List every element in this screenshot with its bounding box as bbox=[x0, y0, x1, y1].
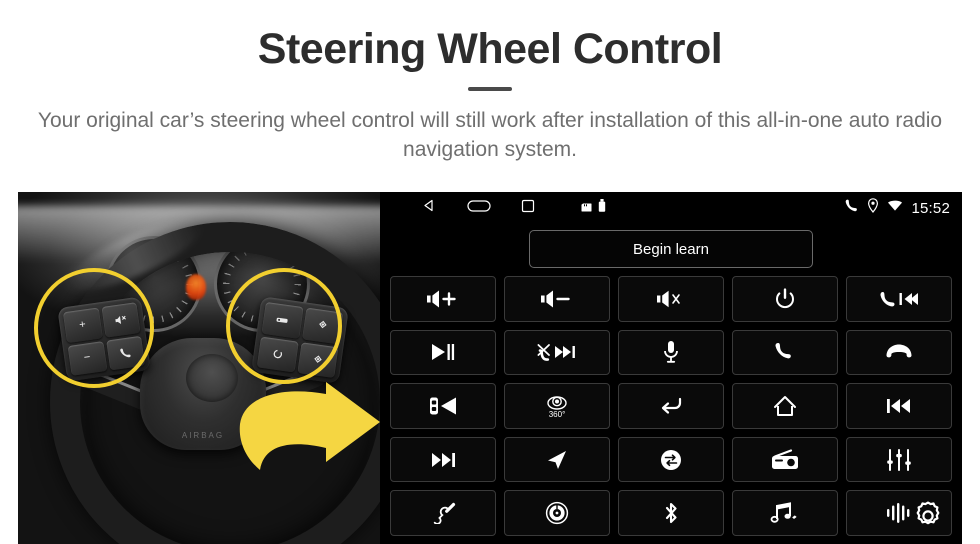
status-bar: 15:52 bbox=[380, 192, 962, 224]
play-pause-button[interactable] bbox=[390, 329, 496, 376]
volume-minus-icon bbox=[540, 289, 574, 309]
steering-wheel-photo: AIRBAG + − bbox=[18, 192, 380, 544]
begin-learn-button[interactable]: Begin learn bbox=[529, 230, 813, 268]
parking-sensor-button[interactable] bbox=[390, 383, 496, 429]
aux-cable-icon bbox=[429, 502, 457, 525]
next-track-button[interactable] bbox=[390, 436, 496, 483]
music-button[interactable] bbox=[732, 490, 838, 536]
svg-text:360°: 360° bbox=[549, 410, 566, 419]
usb-drive-icon bbox=[598, 199, 606, 217]
page-root: Steering Wheel Control Your original car… bbox=[0, 0, 980, 544]
highlight-circle-right bbox=[226, 268, 342, 384]
settings-button[interactable] bbox=[908, 498, 948, 538]
wifi-icon bbox=[887, 199, 903, 217]
previous-track-icon bbox=[885, 396, 913, 416]
hangup-next-button[interactable] bbox=[504, 329, 610, 376]
equalizer-button[interactable] bbox=[846, 436, 952, 483]
begin-learn-row: Begin learn bbox=[380, 224, 962, 276]
media-strip: AIRBAG + − 15:52 Begin learn 360° bbox=[18, 192, 962, 544]
radio-button[interactable] bbox=[732, 436, 838, 483]
page-title: Steering Wheel Control bbox=[257, 25, 723, 73]
title-divider bbox=[468, 87, 512, 92]
recents-square-icon[interactable] bbox=[521, 199, 535, 218]
navigation-arrow-icon bbox=[545, 449, 569, 471]
call-prev-button[interactable] bbox=[846, 276, 952, 322]
source-swap-icon bbox=[659, 448, 683, 472]
disc-icon bbox=[545, 501, 569, 525]
home-icon bbox=[773, 395, 797, 417]
volume-plus-icon bbox=[426, 289, 460, 309]
head-unit-screen: 15:52 Begin learn 360° bbox=[380, 192, 962, 544]
mute-button[interactable] bbox=[618, 276, 724, 322]
back-arrow-icon bbox=[658, 396, 684, 416]
aux-button[interactable] bbox=[390, 490, 496, 536]
location-pin-icon bbox=[867, 198, 879, 218]
back-button[interactable] bbox=[618, 383, 724, 429]
function-button-grid: 360° bbox=[380, 276, 962, 544]
home-oval-icon[interactable] bbox=[467, 199, 491, 218]
volume-mute-icon bbox=[655, 289, 687, 309]
yellow-arrow-icon bbox=[230, 378, 380, 498]
hangup-next-track-icon bbox=[536, 342, 578, 362]
play-pause-icon bbox=[430, 342, 456, 362]
back-triangle-icon[interactable] bbox=[422, 198, 437, 218]
phone-hangup-icon bbox=[885, 343, 913, 361]
bluetooth-button[interactable] bbox=[618, 490, 724, 536]
bluetooth-icon bbox=[662, 501, 680, 525]
previous-track-button[interactable] bbox=[846, 383, 952, 429]
phone-handset-icon bbox=[774, 341, 796, 363]
car-parking-sensor-icon bbox=[426, 395, 460, 417]
volume-down-button[interactable] bbox=[504, 276, 610, 322]
home-button[interactable] bbox=[732, 383, 838, 429]
disc-button[interactable] bbox=[504, 490, 610, 536]
sd-card-icon bbox=[581, 199, 592, 217]
microphone-button[interactable] bbox=[618, 329, 724, 376]
source-switch-button[interactable] bbox=[618, 436, 724, 483]
power-icon bbox=[774, 288, 796, 310]
volume-up-button[interactable] bbox=[390, 276, 496, 322]
page-subtitle: Your original car’s steering wheel contr… bbox=[37, 109, 943, 161]
equalizer-sliders-icon bbox=[886, 448, 912, 471]
phone-prev-track-icon bbox=[879, 289, 919, 309]
answer-call-button[interactable] bbox=[732, 329, 838, 376]
radio-icon bbox=[770, 448, 800, 471]
next-track-icon bbox=[429, 450, 457, 470]
highlight-circle-left bbox=[34, 268, 154, 388]
camera-360-button[interactable]: 360° bbox=[504, 383, 610, 429]
end-call-button[interactable] bbox=[846, 329, 952, 376]
navigation-button[interactable] bbox=[504, 436, 610, 483]
page-header: Steering Wheel Control Your original car… bbox=[0, 0, 980, 164]
power-button[interactable] bbox=[732, 276, 838, 322]
microphone-icon bbox=[663, 340, 679, 364]
phone-icon bbox=[844, 198, 859, 218]
status-bar-clock: 15:52 bbox=[911, 199, 950, 217]
music-note-icon bbox=[770, 501, 800, 525]
gear-icon bbox=[911, 499, 945, 538]
camera-360-icon: 360° bbox=[541, 393, 573, 419]
